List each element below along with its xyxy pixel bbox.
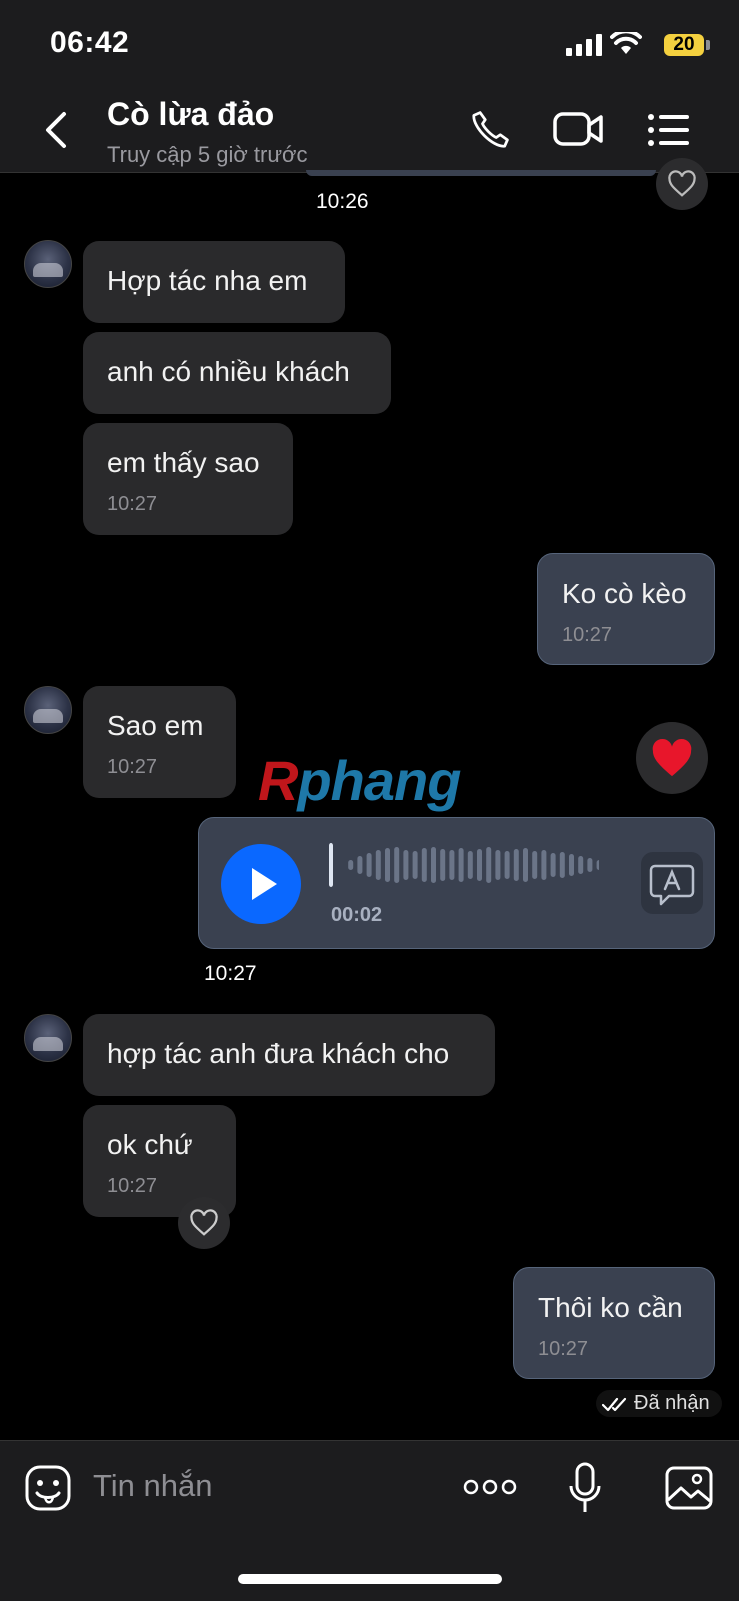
status-time: 06:42 (50, 26, 130, 59)
speech-to-text-icon (649, 864, 695, 906)
double-check-icon (602, 1397, 627, 1411)
waveform-bar (523, 848, 528, 882)
waveform-bar (486, 847, 492, 883)
message-text: ok chứ (107, 1129, 193, 1160)
message-time: 10:27 (107, 493, 158, 515)
waveform-bar (440, 849, 446, 881)
waveform-bar (495, 850, 501, 880)
waveform-bar (385, 848, 390, 882)
waveform-bar (458, 848, 464, 882)
heart-outline-icon (190, 1209, 218, 1236)
incoming-message[interactable]: em thấy sao 10:27 (83, 423, 293, 535)
message-text: Sao em (107, 710, 204, 741)
delivery-status: Đã nhận (596, 1390, 722, 1417)
contact-avatar[interactable] (24, 240, 72, 288)
waveform-bar (504, 851, 510, 879)
react-heart-button[interactable] (656, 158, 708, 210)
video-call-icon[interactable] (552, 108, 604, 150)
waveform-bar (559, 852, 565, 878)
signal-icon (566, 34, 602, 56)
message-text: Thôi ko cần (538, 1292, 683, 1323)
previous-message-edge (306, 170, 656, 176)
waveform-bar (421, 848, 427, 882)
transcribe-button[interactable] (641, 852, 703, 914)
heart-outline-icon (668, 170, 696, 197)
waveform-bar (348, 860, 354, 870)
heart-reaction[interactable] (636, 722, 708, 794)
message-time: 10:27 (107, 756, 158, 778)
contact-avatar[interactable] (24, 1014, 72, 1062)
message-time: 10:27 (198, 960, 263, 988)
delivery-status-text: Đã nhận (634, 1392, 710, 1414)
play-icon (252, 868, 277, 900)
waveform-bar (357, 856, 363, 874)
audio-waveform[interactable] (329, 840, 599, 890)
waveform-bar (403, 850, 409, 880)
waveform-bar (541, 850, 547, 880)
message-time: 10:27 (562, 624, 613, 646)
microphone-icon[interactable] (568, 1462, 602, 1516)
last-seen-status: Truy cập 5 giờ trước (107, 142, 308, 167)
outgoing-message[interactable]: Ko cò kèo 10:27 (537, 553, 715, 665)
waveform-bar (587, 858, 593, 872)
contact-avatar[interactable] (24, 686, 72, 734)
watermark-logo: Rphang (258, 749, 461, 812)
waveform-bar (550, 853, 556, 877)
message-time: 10:27 (538, 1338, 589, 1360)
waveform-bar (449, 850, 455, 880)
waveform-bar (366, 853, 372, 877)
waveform-bar (412, 851, 418, 879)
menu-list-icon[interactable] (646, 112, 690, 148)
waveform-bar (513, 849, 519, 881)
image-gallery-icon[interactable] (664, 1464, 714, 1512)
contact-name[interactable]: Cò lừa đảo (107, 96, 274, 133)
waveform-bar (532, 851, 538, 879)
incoming-message[interactable]: anh có nhiều khách (83, 332, 391, 414)
phone-call-icon[interactable] (468, 108, 512, 152)
battery-indicator: 20 (664, 34, 704, 56)
waveform-bar (329, 843, 333, 887)
waveform-bar (431, 847, 436, 883)
message-text: anh có nhiều khách (107, 356, 350, 387)
incoming-message[interactable]: Sao em 10:27 (83, 686, 236, 798)
message-time: 10:26 (310, 188, 375, 216)
waveform-bar (569, 854, 574, 876)
react-heart-button[interactable] (178, 1197, 230, 1249)
waveform-bar (596, 860, 599, 870)
back-icon[interactable] (42, 110, 70, 150)
sticker-emoji-icon[interactable] (24, 1464, 72, 1512)
message-time: 10:27 (107, 1175, 158, 1197)
incoming-message[interactable]: hợp tác anh đưa khách cho (83, 1014, 495, 1096)
home-indicator (238, 1574, 502, 1584)
outgoing-message[interactable]: Thôi ko cần 10:27 (513, 1267, 715, 1379)
voice-message[interactable]: 00:02 (198, 817, 715, 949)
voice-duration: 00:02 (331, 904, 383, 926)
heart-filled-icon (652, 738, 692, 777)
incoming-message[interactable]: Hợp tác nha em (83, 241, 345, 323)
message-text: hợp tác anh đưa khách cho (107, 1038, 450, 1069)
waveform-bar (467, 851, 473, 879)
message-text: em thấy sao (107, 447, 260, 478)
waveform-bar (375, 850, 381, 880)
waveform-bar (578, 856, 584, 874)
waveform-bar (394, 847, 400, 883)
battery-tip (706, 40, 710, 50)
wifi-icon (610, 32, 642, 54)
more-options-icon[interactable] (463, 1476, 517, 1498)
message-text: Ko cò kèo (562, 578, 687, 609)
play-button[interactable] (221, 844, 301, 924)
message-input[interactable]: Tin nhắn (93, 1468, 213, 1504)
message-text: Hợp tác nha em (107, 265, 308, 296)
waveform-bar (477, 849, 482, 881)
